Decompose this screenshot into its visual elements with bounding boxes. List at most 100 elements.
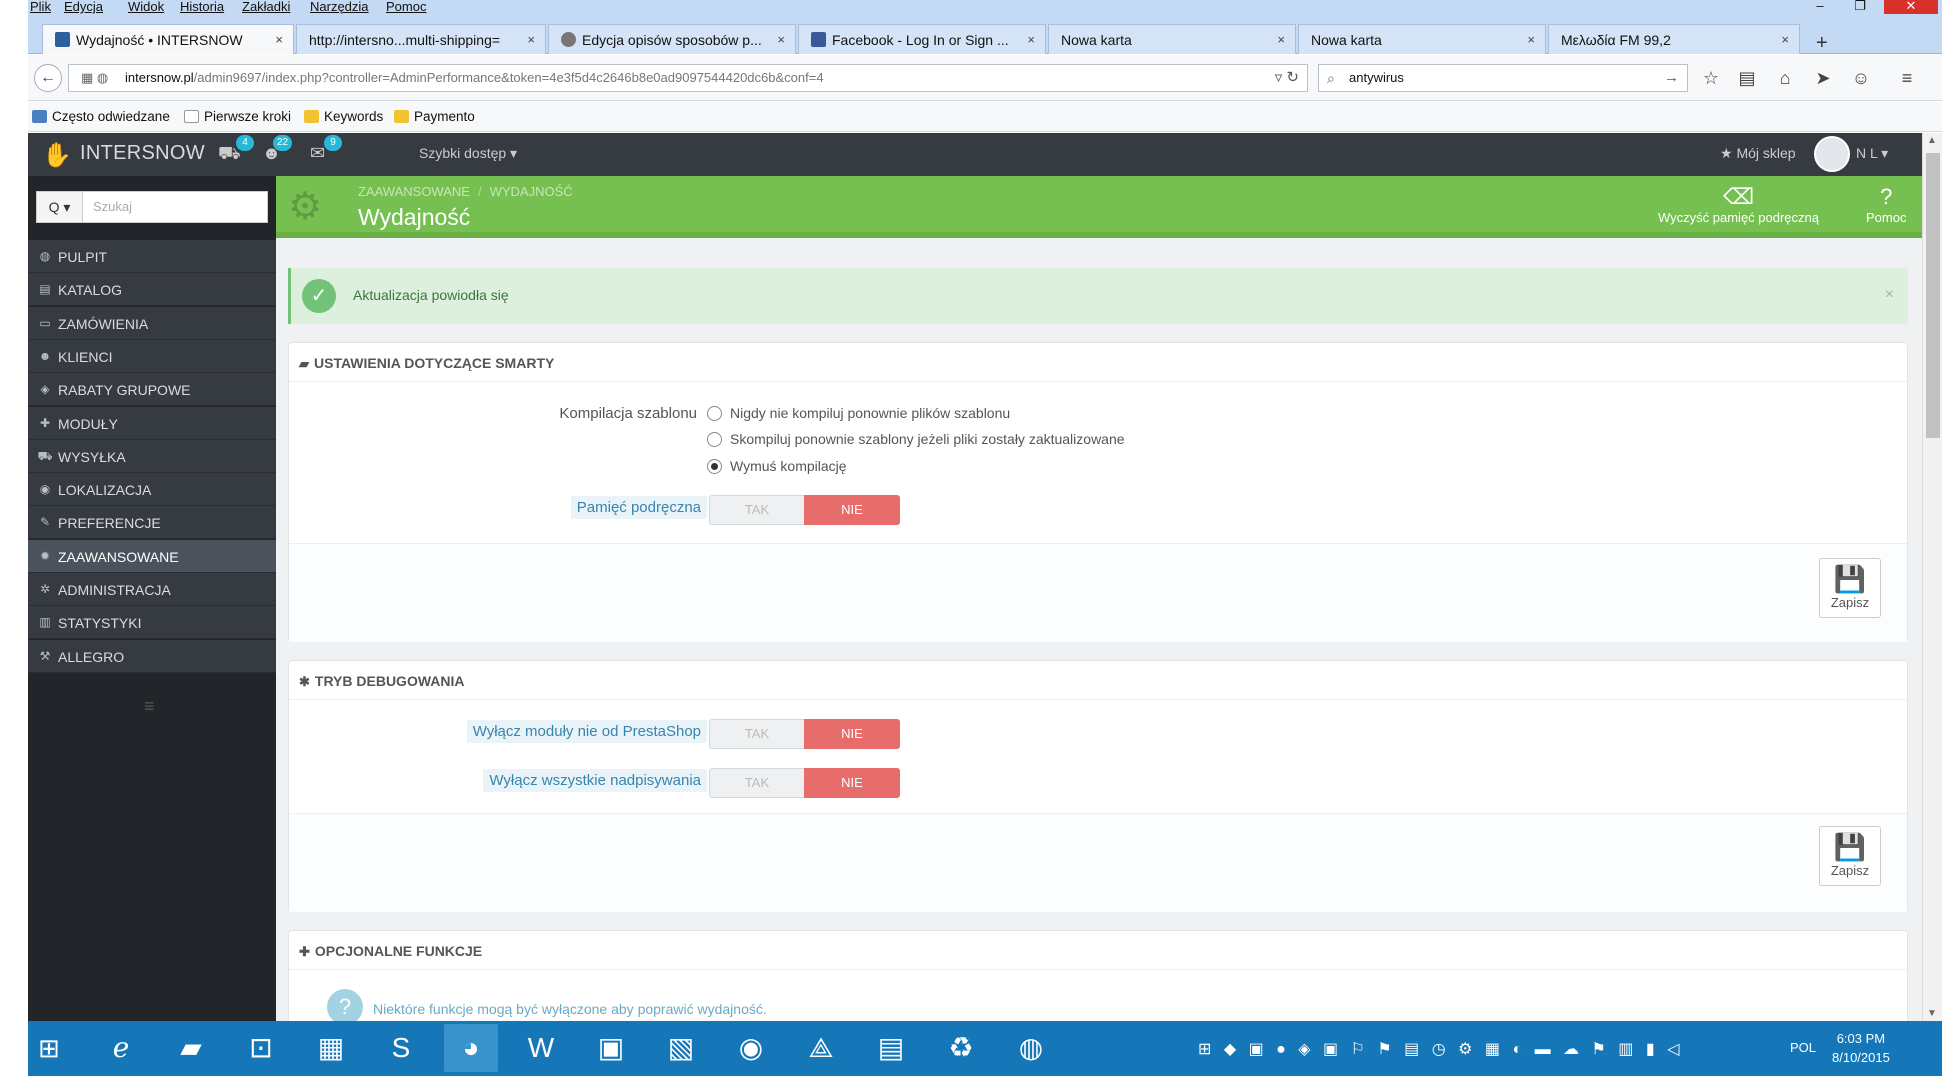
sidebar-item-customers[interactable]: ☻ KLIENCI xyxy=(28,339,276,373)
user-menu[interactable]: N L ▾ xyxy=(1856,145,1888,162)
shop-name[interactable]: INTERSNOW xyxy=(80,142,205,165)
restore-button[interactable]: ❐ xyxy=(1840,0,1880,14)
send-icon[interactable]: ➤ xyxy=(1810,68,1836,89)
search-input[interactable]: Szukaj xyxy=(93,199,132,214)
site-identity-icon[interactable]: ▦ ◍ xyxy=(81,65,108,91)
bookmark-keywords[interactable]: Keywords xyxy=(304,109,383,124)
minimize-button[interactable]: – xyxy=(1800,0,1840,14)
system-tray-icons[interactable]: ⊞ ◆ ▣ ● ◈ ▣ ⚐ ⚑ ▤ ◷ ⚙ ▦ ◐ ▬ ☁ ⚑ ▥ ▮ ◁ xyxy=(1198,1039,1683,1059)
sidebar-item-truck[interactable]: ⛟ WYSYŁKA xyxy=(28,439,276,473)
page-scrollbar[interactable]: ▲ ▼ xyxy=(1922,133,1942,1021)
quick-access-dropdown[interactable]: Szybki dostęp ▾ xyxy=(419,145,517,162)
recycle-icon[interactable]: ♻ xyxy=(934,1024,988,1072)
clock[interactable]: 6:03 PM 8/10/2015 xyxy=(1832,1029,1890,1067)
compile-option-force[interactable]: Wymuś kompilację xyxy=(707,458,847,474)
messages-icon[interactable]: ✉ xyxy=(310,143,325,164)
tab-melodia-fm[interactable]: Μελωδία FM 99,2 × xyxy=(1548,24,1800,54)
disable-modules-switch[interactable]: TAK NIE xyxy=(709,719,900,749)
tab-close-icon[interactable]: × xyxy=(1781,32,1789,47)
language-indicator[interactable]: POL xyxy=(1790,1040,1816,1055)
tab-close-icon[interactable]: × xyxy=(1027,32,1035,47)
tab-facebook[interactable]: Facebook - Log In or Sign ... × xyxy=(798,24,1046,54)
radio-if-updated[interactable] xyxy=(707,432,722,447)
breadcrumb-performance[interactable]: WYDAJNOŚĆ xyxy=(490,184,573,199)
overrides-no[interactable]: NIE xyxy=(804,768,900,798)
reading-list-icon[interactable]: ▤ xyxy=(1734,68,1760,89)
help-button[interactable]: ? Pomoc xyxy=(1866,184,1906,225)
tab-close-icon[interactable]: × xyxy=(1527,32,1535,47)
windows-start-icon[interactable]: ⊞ xyxy=(38,1033,60,1064)
scroll-up-icon[interactable]: ▲ xyxy=(1927,135,1937,146)
alert-close-icon[interactable]: × xyxy=(1885,286,1894,304)
my-shop-link[interactable]: ★ Mój sklep xyxy=(1720,145,1796,162)
overrides-yes[interactable]: TAK xyxy=(710,769,804,797)
network-app-icon[interactable]: ◍ xyxy=(1004,1024,1058,1072)
tab-close-icon[interactable]: × xyxy=(1277,32,1285,47)
tab-close-icon[interactable]: × xyxy=(777,32,785,47)
sidebar-item-bar-chart[interactable]: ▥ STATYSTYKI xyxy=(28,606,276,640)
sidebar-item-cog[interactable]: ✲ ADMINISTRACJA xyxy=(28,573,276,606)
tab-close-icon[interactable]: × xyxy=(527,32,535,47)
control-panel-icon[interactable]: ▤ xyxy=(864,1024,918,1072)
scroll-down-icon[interactable]: ▼ xyxy=(1927,1008,1937,1019)
avatar[interactable] xyxy=(1814,136,1850,172)
home-icon[interactable]: ⌂ xyxy=(1772,68,1798,89)
bookmark-getting-started[interactable]: Pierwsze kroki xyxy=(184,109,291,124)
store-icon[interactable]: ⊡ xyxy=(234,1024,288,1072)
word-icon[interactable]: W xyxy=(514,1024,568,1072)
internet-explorer-icon[interactable]: ℯ xyxy=(94,1024,148,1072)
menu-edit[interactable]: Edycja xyxy=(64,0,103,14)
skype-icon[interactable]: S xyxy=(374,1024,428,1072)
save-debug-button[interactable]: 💾 Zapisz xyxy=(1819,826,1881,886)
new-tab-button[interactable]: + xyxy=(1816,32,1828,55)
cache-switch[interactable]: TAK NIE xyxy=(709,495,900,525)
sidebar-item-globe[interactable]: ◉ LOKALIZACJA xyxy=(28,473,276,507)
cache-yes[interactable]: TAK xyxy=(710,496,804,524)
firefox-icon[interactable]: ◕ xyxy=(444,1024,498,1072)
menu-file[interactable]: Plik xyxy=(30,0,51,14)
bookmark-paymento[interactable]: Paymento xyxy=(394,109,475,124)
sidebar-item-orders[interactable]: ▭ ZAMÓWIENIA xyxy=(28,306,276,340)
save-smarty-button[interactable]: 💾 Zapisz xyxy=(1819,558,1881,618)
excel-icon[interactable]: ▦ xyxy=(304,1024,358,1072)
spotify-icon[interactable]: ◉ xyxy=(724,1024,778,1072)
collapse-menu-icon[interactable]: ≡ xyxy=(144,696,155,717)
sidebar-search[interactable]: Q ▾ Szukaj xyxy=(36,191,268,223)
file-explorer-icon[interactable]: ▰ xyxy=(164,1024,218,1072)
menu-help[interactable]: Pomoc xyxy=(386,0,426,14)
scrollbar-thumb[interactable] xyxy=(1926,153,1940,438)
back-button[interactable]: ← xyxy=(34,64,62,92)
sidebar-item-cogs[interactable]: ✹ ZAAWANSOWANE xyxy=(28,539,276,573)
photos-icon[interactable]: ▧ xyxy=(654,1024,708,1072)
tab-multi-shipping[interactable]: http://intersno...multi-shipping= × xyxy=(296,24,546,54)
tab-close-icon[interactable]: × xyxy=(275,32,283,47)
modules-no[interactable]: NIE xyxy=(804,719,900,749)
tab-performance[interactable]: Wydajność • INTERSNOW × xyxy=(42,24,294,54)
close-window-button[interactable]: ✕ xyxy=(1884,0,1938,14)
bookmark-star-icon[interactable]: ☆ xyxy=(1698,68,1724,89)
tab-shipping-descriptions[interactable]: Edycja opisów sposobów p... × xyxy=(548,24,796,54)
sidebar-item-wrench[interactable]: ✎ PREFERENCJE xyxy=(28,506,276,540)
tab-new-2[interactable]: Nowa karta × xyxy=(1298,24,1546,54)
chat-icon[interactable]: ☺ xyxy=(1848,68,1874,89)
breadcrumb-advanced[interactable]: ZAAWANSOWANE xyxy=(358,184,470,199)
reload-icon[interactable]: ▿ ↻ xyxy=(1275,65,1299,91)
tab-new-1[interactable]: Nowa karta × xyxy=(1048,24,1296,54)
compile-option-never[interactable]: Nigdy nie kompiluj ponownie plików szabl… xyxy=(707,405,1010,421)
disable-overrides-switch[interactable]: TAK NIE xyxy=(709,768,900,798)
acrobat-icon[interactable]: ⟁ xyxy=(794,1024,848,1072)
sidebar-item-dashboard[interactable]: ◍ PULPIT xyxy=(28,240,276,273)
radio-force[interactable] xyxy=(707,459,722,474)
radio-never[interactable] xyxy=(707,406,722,421)
sidebar-item-puzzle[interactable]: ✚ MODUŁY xyxy=(28,406,276,440)
bookmark-frequent[interactable]: Często odwiedzane xyxy=(32,109,170,124)
modules-yes[interactable]: TAK xyxy=(710,720,804,748)
menu-bookmarks[interactable]: Zakładki xyxy=(242,0,290,14)
menu-history[interactable]: Historia xyxy=(180,0,224,14)
sidebar-item-gavel[interactable]: ⚒ ALLEGRO xyxy=(28,639,276,673)
menu-view[interactable]: Widok xyxy=(128,0,164,14)
hamburger-menu-icon[interactable]: ≡ xyxy=(1894,68,1920,89)
search-go-icon[interactable]: → xyxy=(1664,65,1679,91)
sidebar-item-tag[interactable]: ◈ RABATY GRUPOWE xyxy=(28,373,276,407)
compile-option-if-updated[interactable]: Skompiluj ponownie szablony jeżeli pliki… xyxy=(707,431,1125,447)
